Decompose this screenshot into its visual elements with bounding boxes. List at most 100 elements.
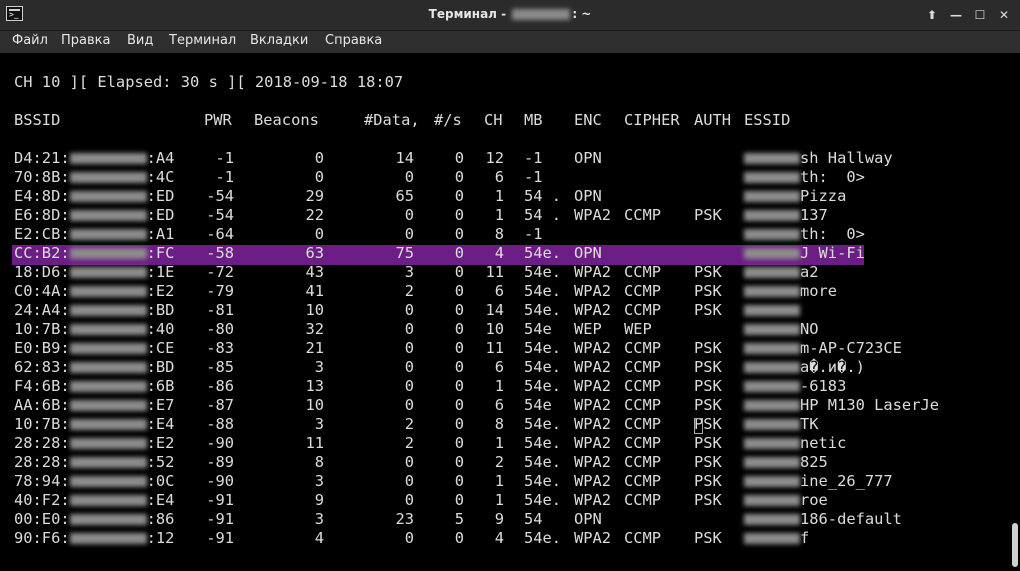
pwr-cell: -80: [206, 320, 234, 338]
bssid-prefix: 78:94:: [14, 472, 70, 490]
data-cell: 0: [404, 358, 414, 376]
beacons-cell: 10: [305, 396, 324, 414]
essid-text: netic: [800, 434, 847, 452]
cipher-cell: CCMP: [624, 491, 662, 509]
col-per-second: #/s: [434, 111, 462, 129]
mb-cell: 54e.: [524, 339, 562, 357]
essid-text: sh Hallway: [800, 149, 893, 167]
redacted-essid: [744, 343, 800, 354]
redacted-bssid: [69, 210, 147, 221]
menu-file[interactable]: Файл: [12, 33, 48, 48]
cipher-cell: CCMP: [624, 453, 662, 471]
essid-cell: [744, 301, 800, 320]
beacons-cell: 13: [305, 377, 324, 395]
redacted-bssid: [69, 476, 147, 487]
data-cell: 0: [404, 472, 414, 490]
menu-terminal[interactable]: Терминал: [169, 33, 236, 48]
auth-cell: PSK: [694, 263, 722, 281]
data-cell: 65: [395, 187, 414, 205]
cipher-cell: CCMP: [624, 282, 662, 300]
enc-cell: WPA2: [574, 396, 612, 414]
terminal-output[interactable]: CH 10 ][ Elapsed: 30 s ][ 2018-09-18 18:…: [0, 53, 1020, 571]
beacons-cell: 3: [314, 415, 324, 433]
enc-cell: WPA2: [574, 301, 612, 319]
bssid-prefix: 18:D6:: [14, 263, 70, 281]
data-cell: 0: [404, 377, 414, 395]
bssid-suffix: :52: [146, 453, 175, 471]
beacons-cell: 21: [305, 339, 324, 357]
data-cell: 2: [404, 415, 414, 433]
menu-view[interactable]: Вид: [127, 33, 153, 48]
essid-text: J Wi-Fi: [800, 244, 865, 262]
pwr-cell: -1: [215, 149, 234, 167]
col-auth: AUTH: [694, 111, 732, 129]
shade-button[interactable]: ⬆: [922, 6, 942, 24]
mb-cell: 54e.: [524, 377, 562, 395]
ch-cell: 14: [485, 301, 504, 319]
redacted-essid: [744, 495, 800, 506]
bssid-cell: 18:D6::1E: [14, 263, 174, 282]
col-bssid: BSSID: [14, 111, 61, 129]
cipher-cell: CCMP: [624, 434, 662, 452]
mb-cell: -1: [524, 168, 543, 186]
bssid-suffix: :E4: [146, 415, 175, 433]
enc-cell: WPA2: [574, 415, 612, 433]
data-cell: 3: [404, 263, 414, 281]
mb-cell: 54e.: [524, 529, 562, 547]
bssid-prefix: 70:8B:: [14, 168, 70, 186]
redacted-essid: [744, 172, 800, 183]
essid-text: f: [800, 529, 810, 547]
ch-cell: 4: [494, 244, 504, 262]
col-beacons: Beacons: [254, 111, 319, 129]
cipher-cell: CCMP: [624, 472, 662, 490]
auth-cell: PSK: [694, 396, 722, 414]
pwr-cell: -1: [215, 168, 234, 186]
enc-cell: WPA2: [574, 377, 612, 395]
data-cell: 2: [404, 434, 414, 452]
minimize-button[interactable]: —: [946, 6, 966, 24]
bssid-prefix: CC:B2:: [14, 244, 70, 262]
redacted-essid: [744, 419, 800, 430]
essid-cell: -6183: [744, 377, 846, 396]
enc-cell: WPA2: [574, 206, 612, 224]
essid-cell: 137: [744, 206, 828, 225]
ps-cell: 0: [454, 358, 464, 376]
menu-tabs[interactable]: Вкладки: [250, 33, 308, 48]
bssid-prefix: 28:28:: [14, 453, 70, 471]
enc-cell: WPA2: [574, 529, 612, 547]
auth-cell: PSK: [694, 529, 722, 547]
menu-help[interactable]: Справка: [325, 33, 382, 48]
ps-cell: 0: [454, 282, 464, 300]
menu-edit[interactable]: Правка: [61, 33, 110, 48]
redacted-essid: [744, 457, 800, 468]
redacted-essid: [744, 381, 800, 392]
ch-cell: 1: [494, 187, 504, 205]
ps-cell: 0: [454, 263, 464, 281]
essid-cell: J Wi-Fi: [744, 244, 865, 263]
bssid-suffix: :A1: [146, 225, 175, 243]
bssid-cell: F4:6B::6B: [14, 377, 174, 396]
redacted-essid: [744, 362, 800, 373]
beacons-cell: 29: [305, 187, 324, 205]
beacons-cell: 63: [305, 244, 324, 262]
redacted-essid: [744, 438, 800, 449]
redacted-bssid: [69, 400, 147, 411]
maximize-button[interactable]: ☐: [970, 6, 990, 24]
essid-cell: 825: [744, 453, 828, 472]
bssid-suffix: :4C: [146, 168, 175, 186]
bssid-prefix: 40:F2:: [14, 491, 70, 509]
scrollbar-thumb[interactable]: [1012, 523, 1018, 567]
mb-cell: 54e.: [524, 244, 562, 262]
bssid-suffix: :40: [146, 320, 175, 338]
redacted-bssid: [69, 286, 147, 297]
redacted-essid: [744, 267, 800, 278]
bssid-prefix: 10:7B:: [14, 320, 70, 338]
bssid-cell: 24:A4::BD: [14, 301, 174, 320]
pwr-cell: -85: [206, 358, 234, 376]
ps-cell: 0: [454, 339, 464, 357]
redacted-essid: [744, 210, 800, 221]
redacted-essid: [744, 191, 800, 202]
cipher-cell: CCMP: [624, 206, 662, 224]
close-button[interactable]: ✕: [994, 6, 1014, 24]
essid-cell: a2: [744, 263, 819, 282]
